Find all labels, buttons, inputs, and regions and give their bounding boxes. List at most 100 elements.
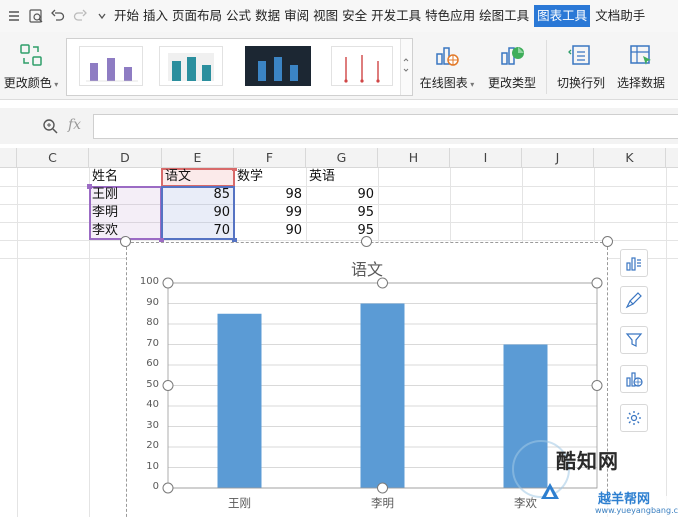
watermark-text: 酷知网 (556, 449, 619, 473)
change-type-icon (501, 47, 524, 65)
tab-home[interactable]: 开始 (112, 5, 141, 27)
column-header-d[interactable]: D (89, 148, 162, 168)
tab-view[interactable]: 视图 (311, 5, 340, 27)
watermark-url: www.yueyangbang.com (595, 506, 678, 515)
column-header-f[interactable]: F (234, 148, 306, 168)
online-chart-button[interactable]: 在线图表 ▾ (416, 42, 478, 91)
plot-area-handle[interactable] (162, 380, 174, 391)
cell-e3[interactable]: 90 (162, 204, 234, 222)
chart-resize-handle[interactable] (361, 236, 372, 247)
chart-bar[interactable] (217, 313, 262, 488)
plot-area-handle[interactable] (591, 277, 603, 289)
tab-formulas[interactable]: 公式 (224, 5, 253, 27)
y-tick-label: 20 (146, 440, 159, 451)
tab-page-layout[interactable]: 页面布局 (170, 5, 224, 27)
tab-security[interactable]: 安全 (340, 5, 369, 27)
y-tick-label: 60 (146, 358, 159, 369)
cell-f1[interactable]: 数学 (234, 168, 306, 186)
cell-e4[interactable]: 70 (162, 222, 234, 240)
column-header-g[interactable]: G (306, 148, 378, 168)
tab-chart-tools[interactable]: 图表工具 (534, 5, 591, 27)
tab-drawing-tools[interactable]: 绘图工具 (477, 5, 531, 27)
plot-area-handle[interactable] (591, 380, 603, 391)
quick-access-dropdown-icon[interactable] (92, 5, 112, 27)
cell-g2[interactable]: 90 (306, 186, 378, 204)
y-tick-label: 40 (146, 399, 159, 410)
menu-icon[interactable] (4, 5, 24, 27)
online-chart-icon (436, 47, 459, 66)
formula-bar: fx (0, 108, 678, 144)
chart-style-3[interactable] (245, 46, 311, 86)
change-color-button[interactable]: 更改颜色 ▾ (0, 42, 62, 91)
column-header-b[interactable] (0, 148, 17, 168)
select-data-button[interactable]: 选择数据 (612, 42, 670, 91)
column-header-c[interactable]: C (17, 148, 89, 168)
chart-elements-icon[interactable] (620, 249, 648, 277)
change-color-label: 更改颜色 ▾ (3, 76, 59, 90)
cell-e1[interactable]: 语文 (162, 168, 234, 186)
column-header-j[interactable]: J (522, 148, 594, 168)
chart-style-2[interactable] (159, 46, 223, 86)
fx-icon[interactable]: fx (68, 117, 81, 133)
change-type-button[interactable]: 更改类型 (484, 42, 540, 91)
plot-area-handle[interactable] (162, 277, 174, 289)
online-chart-side-icon[interactable] (620, 365, 648, 393)
formula-input[interactable] (93, 114, 678, 139)
change-color-icon (20, 44, 42, 66)
select-data-label: 选择数据 (616, 76, 665, 90)
chart-bar[interactable] (360, 303, 405, 489)
cell-g3[interactable]: 95 (306, 204, 378, 222)
plot-area-handle[interactable] (162, 482, 174, 494)
chart-resize-handle[interactable] (602, 236, 613, 247)
watermark-logo-icon (541, 483, 559, 499)
ribbon: 更改颜色 ▾ 在线图表 ▾ 更改类型 切换行列 选择数据 (0, 32, 678, 100)
chart-style-1[interactable] (79, 46, 143, 86)
switch-row-col-button[interactable]: 切换行列 (552, 42, 610, 91)
cell-d1[interactable]: 姓名 (89, 168, 162, 186)
chart-style-icon[interactable] (620, 286, 648, 314)
ribbon-tabs: 开始 插入 页面布局 公式 数据 审阅 视图 安全 开发工具 特色应用 绘图工具… (112, 5, 647, 27)
chart-style-4[interactable] (331, 46, 393, 86)
cell-f3[interactable]: 99 (234, 204, 306, 222)
column-header-h[interactable]: H (378, 148, 450, 168)
plot-area-handle[interactable] (377, 482, 388, 494)
y-tick-label: 70 (146, 337, 159, 349)
tab-insert[interactable]: 插入 (141, 5, 170, 27)
chart-resize-handle[interactable] (120, 236, 131, 247)
print-preview-icon[interactable] (26, 5, 46, 27)
chart-filter-icon[interactable] (620, 326, 648, 354)
menu-bar: 开始 插入 页面布局 公式 数据 审阅 视图 安全 开发工具 特色应用 绘图工具… (0, 0, 678, 32)
cell-g1[interactable]: 英语 (306, 168, 378, 186)
zoom-icon[interactable] (42, 118, 58, 138)
y-tick-label: 50 (146, 378, 159, 390)
y-tick-label: 30 (146, 419, 159, 431)
plot-area-handle[interactable] (377, 277, 388, 289)
x-category-label: 李明 (371, 496, 394, 510)
change-type-label: 更改类型 (487, 76, 536, 90)
tab-data[interactable]: 数据 (253, 5, 282, 27)
grid-line (666, 168, 667, 517)
y-tick-label: 10 (146, 460, 159, 472)
column-header-e[interactable]: E (162, 148, 234, 168)
column-header-i[interactable]: I (450, 148, 522, 168)
undo-icon[interactable] (48, 5, 68, 27)
cell-d2[interactable]: 王刚 (89, 186, 162, 204)
column-header-k[interactable]: K (594, 148, 666, 168)
tab-special-apps[interactable]: 特色应用 (423, 5, 477, 27)
tab-developer[interactable]: 开发工具 (369, 5, 423, 27)
redo-icon[interactable] (70, 5, 90, 27)
cell-d3[interactable]: 李明 (89, 204, 162, 222)
cell-f2[interactable]: 98 (234, 186, 306, 204)
y-tick-label: 0 (152, 481, 159, 492)
gallery-scroll[interactable] (400, 39, 412, 95)
switch-row-col-label: 切换行列 (556, 76, 605, 90)
tab-doc-assistant[interactable]: 文档助手 (593, 5, 647, 27)
x-category-label: 王刚 (228, 496, 251, 510)
cell-e2[interactable]: 85 (162, 186, 234, 204)
tab-review[interactable]: 审阅 (282, 5, 311, 27)
settings-icon[interactable] (620, 404, 648, 432)
grid-line (0, 240, 678, 241)
cell-f4[interactable]: 90 (234, 222, 306, 240)
column-headers: C D E F G H I J K (0, 148, 678, 168)
select-data-icon (630, 45, 651, 65)
